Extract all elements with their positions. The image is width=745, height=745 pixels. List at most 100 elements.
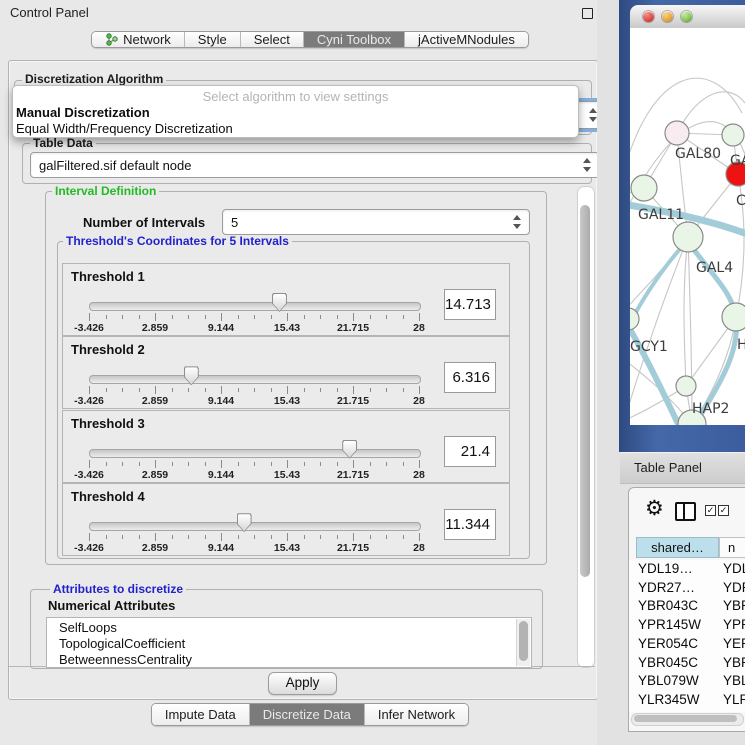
threshold-value-field[interactable]: 11.344 — [444, 509, 496, 540]
cell-name: YER0 — [723, 636, 745, 651]
tick-label: 9.144 — [208, 322, 234, 334]
cell-shared-name: YDR27… — [638, 580, 695, 595]
settings-scrollbar[interactable] — [577, 186, 595, 668]
network-window-titlebar[interactable] — [630, 5, 745, 29]
network-node-hap2[interactable] — [676, 376, 696, 396]
tab-cyni-toolbox[interactable]: Cyni Toolbox — [304, 32, 405, 47]
tick — [89, 533, 90, 541]
tick — [287, 533, 288, 541]
table-data-combobox[interactable]: galFiltered.sif default node — [30, 152, 600, 178]
table-row[interactable]: YBR043CYBR0 — [629, 597, 745, 616]
network-node-ga[interactable] — [722, 124, 744, 146]
tick — [419, 313, 420, 321]
network-node-gal11[interactable] — [631, 175, 657, 201]
column-header-name[interactable]: n — [719, 537, 745, 558]
table-data-combobox-value: galFiltered.sif default node — [39, 158, 191, 173]
tick — [386, 535, 387, 539]
tick — [320, 315, 321, 319]
attribute-list-item[interactable]: SelfLoops — [47, 620, 531, 636]
thresholds-group-title: Threshold's Coordinates for 5 Intervals — [63, 235, 292, 248]
tab-label: Cyni Toolbox — [317, 32, 391, 47]
bottom-tab-label: Discretize Data — [263, 707, 351, 722]
dropdown-item[interactable]: Equal Width/Frequency Discretization — [13, 120, 578, 136]
algorithm-dropdown-popup: Select algorithm to view settings Manual… — [12, 85, 579, 138]
screen: Control Panel ✕ NetworkStyleSelectCyni T… — [0, 0, 745, 745]
network-node-gal4[interactable] — [673, 222, 703, 252]
cell-shared-name: YBR043C — [638, 598, 698, 613]
node-label: H — [737, 337, 745, 353]
numerical-attributes-list[interactable]: SelfLoopsTopologicalCoefficientBetweenne… — [46, 617, 532, 668]
float-window-icon[interactable] — [582, 8, 593, 19]
threshold-slider-track[interactable] — [89, 375, 421, 384]
tick — [254, 462, 255, 466]
minimize-traffic-light-icon[interactable] — [662, 11, 673, 22]
node-label: GAL11 — [638, 207, 684, 223]
tick — [89, 460, 90, 468]
checkbox-icon[interactable]: ✓ — [705, 505, 716, 516]
tab-jactivemnodules[interactable]: jActiveMNodules — [405, 32, 528, 47]
threshold-slider-track[interactable] — [89, 449, 421, 458]
split-view-icon[interactable] — [675, 502, 696, 521]
table-row[interactable]: YER054CYER0 — [629, 635, 745, 654]
attribute-list-item[interactable]: BetweennessCentrality — [47, 652, 531, 668]
table-row[interactable]: YIL052CYIL0 — [629, 710, 745, 712]
table-row[interactable]: YLR345WYLR3 — [629, 691, 745, 710]
tick — [403, 462, 404, 466]
tick — [89, 386, 90, 394]
cell-shared-name: YBR045C — [638, 655, 698, 670]
tick — [419, 386, 420, 394]
tick-label: 15.43 — [274, 542, 300, 554]
attribute-list-item[interactable]: TopologicalCoefficient — [47, 636, 531, 652]
table-hscrollbar-thumb[interactable] — [634, 715, 737, 722]
bottom-tab-discretize-data[interactable]: Discretize Data — [250, 704, 365, 725]
threshold-value-field[interactable]: 14.713 — [444, 289, 496, 320]
tab-select[interactable]: Select — [241, 32, 304, 47]
dropdown-hint-item[interactable]: Select algorithm to view settings — [13, 89, 578, 104]
attributes-list-scrollbar-thumb[interactable] — [519, 621, 528, 661]
cell-shared-name: YBL079W — [638, 673, 699, 688]
apply-button[interactable]: Apply — [268, 672, 337, 695]
tick — [172, 315, 173, 319]
table-row[interactable]: YBL079W YBL0 — [629, 672, 745, 691]
threshold-label: Threshold 1 — [71, 269, 145, 284]
network-node-h[interactable] — [722, 303, 745, 331]
tick — [238, 462, 239, 466]
tick — [139, 535, 140, 539]
zoom-traffic-light-icon[interactable] — [681, 11, 692, 22]
table-row[interactable]: YBR045CYBR0 — [629, 654, 745, 673]
column-header-shared-name[interactable]: shared… — [636, 537, 719, 558]
slider-ticks — [89, 386, 419, 395]
gear-icon[interactable]: ⚙ — [645, 499, 664, 520]
attributes-list-scrollbar[interactable] — [516, 619, 530, 666]
tab-style[interactable]: Style — [185, 32, 241, 47]
threshold-slider-track[interactable] — [89, 302, 421, 311]
bottom-tab-infer-network[interactable]: Infer Network — [365, 704, 468, 725]
network-canvas[interactable]: GAL80GACGAL11GAL4GCY1HHAP2 — [630, 28, 745, 425]
threshold-slider-track[interactable] — [89, 522, 421, 531]
tick — [271, 535, 272, 539]
table-hscrollbar[interactable] — [631, 713, 744, 726]
num-intervals-combobox[interactable]: 5 — [222, 209, 530, 235]
table-row[interactable]: YDL19…YDL1 — [629, 560, 745, 579]
close-traffic-light-icon[interactable] — [643, 11, 654, 22]
cell-name: YBL0 — [723, 673, 745, 688]
threshold-value-field[interactable]: 21.4 — [444, 436, 496, 467]
tick-label: 28 — [413, 322, 425, 334]
cell-name: YLR3 — [723, 692, 745, 707]
checkbox-icon[interactable]: ✓ — [718, 505, 729, 516]
tab-network[interactable]: Network — [92, 32, 185, 47]
network-node-gal80[interactable] — [665, 121, 689, 145]
table-row[interactable]: YPR145WYPR1 — [629, 616, 745, 635]
bottom-tab-label: Impute Data — [165, 707, 236, 722]
dropdown-item[interactable]: Manual Discretization — [13, 104, 578, 120]
slider-ticks — [89, 533, 419, 542]
threshold-value-field[interactable]: 6.316 — [444, 362, 496, 393]
tick — [188, 315, 189, 319]
tick-label: 21.715 — [337, 542, 369, 554]
settings-scrollbar-thumb[interactable] — [580, 205, 590, 577]
bottom-tab-impute-data[interactable]: Impute Data — [152, 704, 250, 725]
tick — [205, 535, 206, 539]
table-row[interactable]: YDR27…YDR2 — [629, 579, 745, 598]
tick-label: 9.144 — [208, 469, 234, 481]
tick — [353, 313, 354, 321]
